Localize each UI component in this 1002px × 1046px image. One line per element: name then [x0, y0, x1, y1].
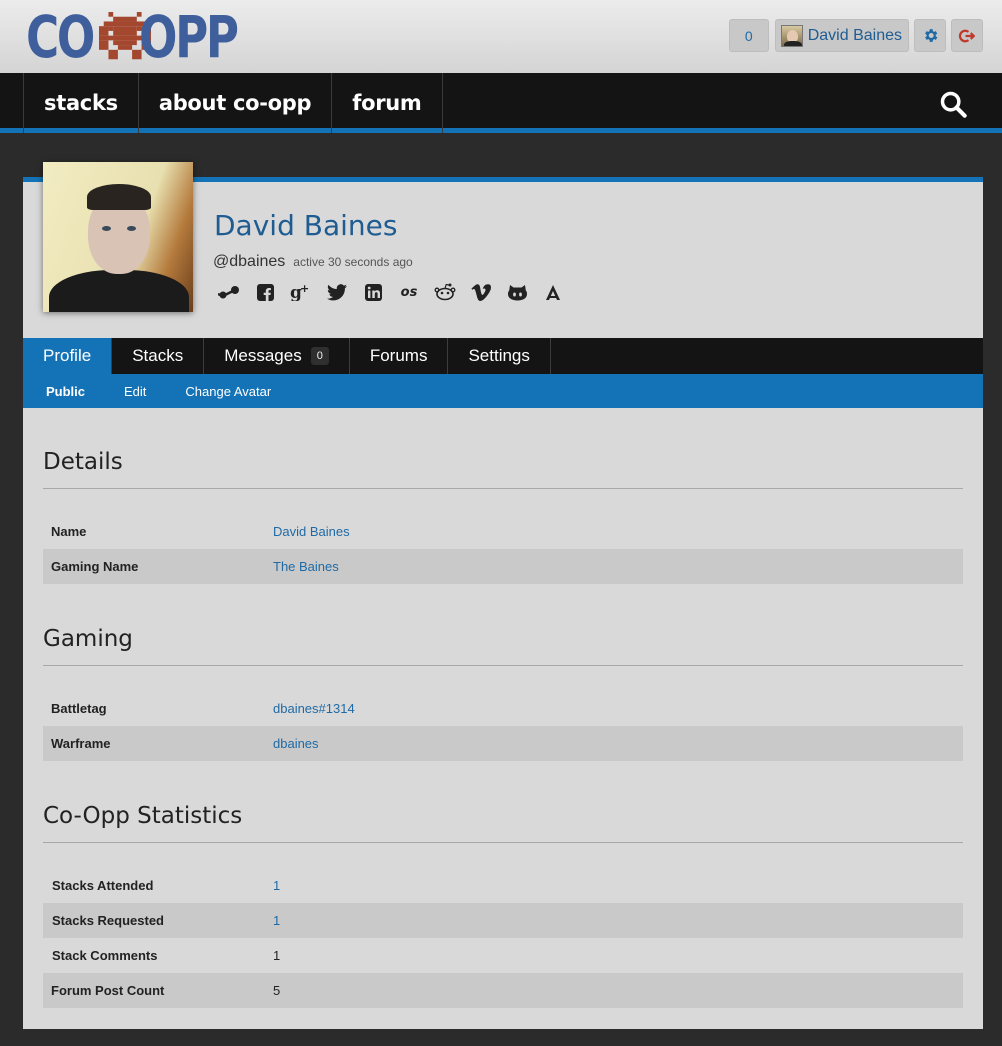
logout-button[interactable] — [951, 19, 983, 52]
row-value[interactable]: dbaines#1314 — [273, 701, 355, 716]
tab-label: Messages — [224, 346, 302, 365]
row-value[interactable]: dbaines — [273, 736, 319, 751]
subtab-change-avatar[interactable]: Change Avatar — [185, 384, 271, 399]
settings-button[interactable] — [914, 19, 946, 52]
profile-meta: @dbaines active 30 seconds ago — [213, 253, 413, 271]
table-row: Battletag dbaines#1314 — [43, 691, 963, 726]
row-value[interactable]: 1 — [273, 878, 280, 893]
twitter-icon[interactable] — [325, 281, 349, 303]
co-opp-logo[interactable]: CO OPP — [26, 3, 239, 71]
statistics-section: Co-Opp Statistics Stacks Attended 1 Stac… — [43, 803, 963, 1008]
nav-item-forum[interactable]: forum — [331, 73, 443, 133]
tab-messages[interactable]: Messages 0 — [204, 338, 350, 374]
tab-stacks[interactable]: Stacks — [112, 338, 205, 374]
details-section: Details Name David Baines Gaming Name Th… — [43, 449, 963, 584]
subtab-edit[interactable]: Edit — [124, 384, 146, 399]
row-label: Warframe — [51, 736, 111, 751]
tab-label: Forums — [369, 346, 428, 365]
row-label: Stacks Requested — [52, 913, 164, 928]
activity-status: active 30 seconds ago — [293, 255, 413, 269]
profile-panel: David Baines @dbaines active 30 seconds … — [23, 162, 983, 1029]
profile-avatar — [43, 162, 193, 312]
user-name: David Baines — [807, 26, 902, 44]
main-nav: stacks about co-opp forum — [0, 73, 1002, 133]
table-row: Stack Comments 1 — [43, 938, 963, 973]
row-label: Stack Comments — [52, 948, 158, 963]
section-title: Co-Opp Statistics — [43, 803, 963, 843]
row-label: Stacks Attended — [52, 878, 154, 893]
tab-profile[interactable]: Profile — [23, 338, 113, 374]
profile-name[interactable]: David Baines — [214, 209, 397, 242]
row-value[interactable]: David Baines — [273, 524, 350, 539]
notifications-button[interactable]: 0 — [728, 19, 769, 52]
site-header: CO OPP 0 David Baines — [0, 0, 1002, 73]
table-row: Stacks Requested 1 — [43, 903, 963, 938]
nav-item-stacks[interactable]: stacks — [23, 73, 138, 133]
profile-handle: @dbaines — [213, 253, 286, 270]
logo-text-co: CO — [26, 3, 95, 71]
row-value[interactable]: 1 — [273, 913, 280, 928]
section-title: Details — [43, 449, 963, 489]
row-value[interactable]: The Baines — [273, 559, 339, 574]
tab-forums[interactable]: Forums — [350, 338, 449, 374]
table-row: Warframe dbaines — [43, 726, 963, 761]
sign-out-icon — [958, 29, 976, 42]
linkedin-icon[interactable] — [361, 281, 385, 303]
svg-text:+: + — [300, 283, 309, 295]
search-icon[interactable] — [939, 90, 967, 118]
facebook-icon[interactable] — [253, 281, 277, 303]
table-row: Forum Post Count 5 — [43, 973, 963, 1008]
app-net-icon[interactable] — [541, 281, 565, 303]
profile-tabs: Profile Stacks Messages 0 Forums Settings — [23, 338, 983, 374]
subtab-public[interactable]: Public — [46, 384, 85, 399]
gear-icon — [924, 29, 937, 42]
messages-count-badge: 0 — [310, 347, 329, 365]
tab-label: Stacks — [132, 346, 184, 365]
table-row: Stacks Attended 1 — [43, 868, 963, 903]
user-menu-button[interactable]: David Baines — [774, 19, 909, 52]
lastfm-icon[interactable]: os — [397, 281, 421, 303]
user-avatar-thumbnail — [780, 24, 803, 47]
row-label: Forum Post Count — [51, 983, 165, 998]
nav-item-about[interactable]: about co-opp — [137, 73, 331, 133]
table-row: Name David Baines — [43, 514, 963, 549]
social-links: g + os — [217, 281, 565, 303]
steam-icon[interactable] — [217, 281, 241, 303]
user-toolbar: 0 David Baines — [728, 19, 983, 52]
row-value: 1 — [273, 948, 281, 963]
reddit-icon[interactable] — [433, 281, 457, 303]
gaming-section: Gaming Battletag dbaines#1314 Warframe d… — [43, 626, 963, 761]
row-value: 5 — [273, 983, 281, 998]
row-label: Battletag — [51, 701, 107, 716]
table-row: Gaming Name The Baines — [43, 549, 963, 584]
row-label: Name — [51, 524, 87, 539]
vimeo-icon[interactable] — [469, 281, 493, 303]
profile-subtabs: Public Edit Change Avatar — [23, 374, 983, 408]
row-label: Gaming Name — [51, 559, 139, 574]
tab-label: Settings — [468, 346, 530, 365]
tab-settings[interactable]: Settings — [448, 338, 551, 374]
logo-text-opp: OPP — [139, 3, 239, 71]
section-title: Gaming — [43, 626, 963, 666]
github-icon[interactable] — [505, 281, 529, 303]
tab-label: Profile — [43, 346, 92, 365]
google-plus-icon[interactable]: g + — [289, 281, 313, 303]
